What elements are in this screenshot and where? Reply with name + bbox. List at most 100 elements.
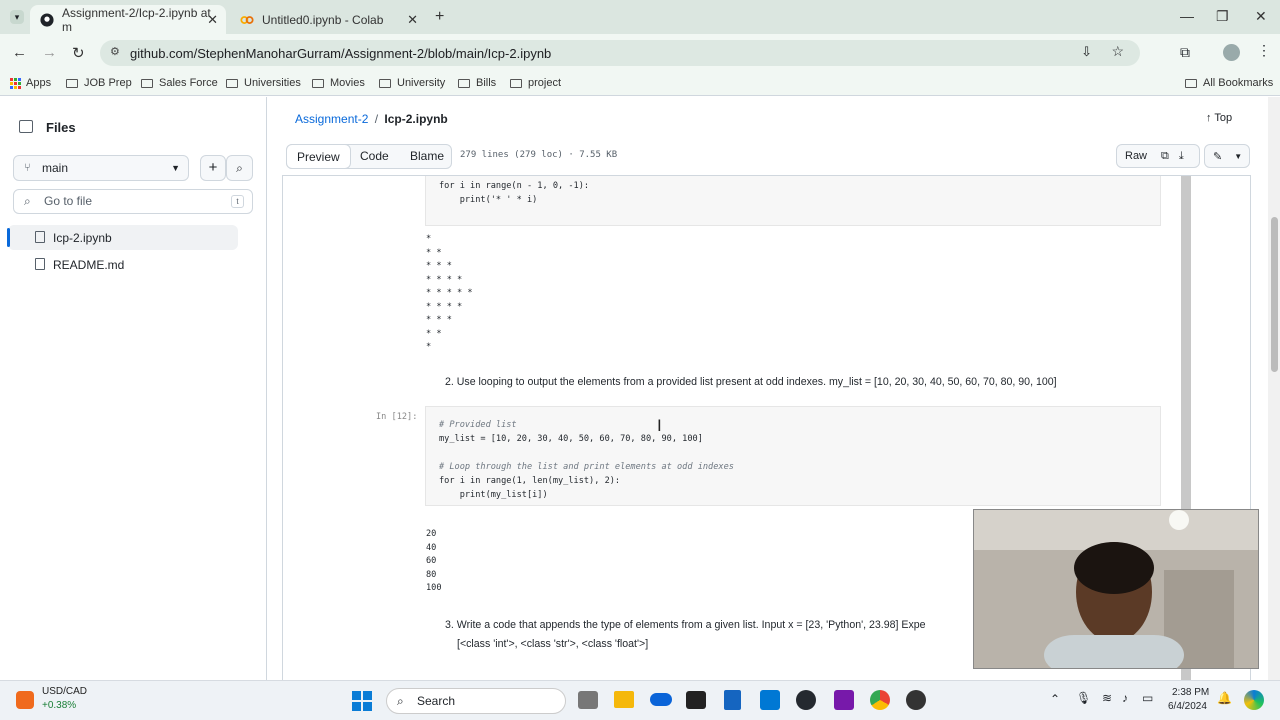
terminal-icon[interactable] — [686, 691, 706, 709]
file-toolbar: Preview Code Blame 279 lines (279 loc) ·… — [286, 144, 1252, 170]
branch-icon: ⑂ — [24, 162, 31, 174]
file-title: Icp-2.ipynb — [384, 112, 448, 126]
branch-selector[interactable]: ⑂ main ▼ — [13, 155, 189, 181]
file-icon — [35, 258, 45, 270]
bookmark-project[interactable]: project — [510, 77, 561, 89]
download-icon[interactable]: ⤓ — [1179, 150, 1184, 163]
browser-tab-strip: ▾ Assignment-2/Icp-2.ipynb at m ✕ Untitl… — [0, 0, 1280, 34]
battery-icon[interactable]: ▭ — [1142, 691, 1153, 705]
menu-icon[interactable]: ⋮ — [1257, 42, 1271, 59]
code-comment: # Loop through the list and print elemen… — [439, 462, 734, 472]
obs-icon[interactable] — [906, 690, 926, 710]
code-comment: # Provided list — [439, 420, 517, 430]
breadcrumb-separator: / — [374, 112, 379, 126]
extensions-icon[interactable]: ⧉ — [1180, 44, 1190, 61]
file-icon — [35, 231, 45, 243]
tab-blame[interactable]: Blame — [400, 144, 454, 169]
taskbar-search[interactable]: ⌕ Search — [386, 688, 566, 714]
code-blank — [439, 446, 1160, 460]
tab-colab[interactable]: Untitled0.ipynb - Colab ✕ — [230, 5, 426, 34]
onedrive-icon[interactable] — [650, 693, 672, 706]
folder-icon — [1185, 78, 1197, 88]
bookmark-star-icon[interactable]: ☆ — [1111, 43, 1124, 60]
add-file-button[interactable]: + — [200, 155, 226, 181]
bookmark-university[interactable]: University — [379, 77, 445, 89]
bookmark-apps[interactable]: Apps — [10, 77, 51, 89]
raw-copy-download-group: Raw ⧉ ⤓ — [1116, 144, 1200, 168]
bookmark-movies[interactable]: Movies — [312, 77, 365, 89]
vscode-icon[interactable] — [760, 690, 780, 710]
copy-icon[interactable]: ⧉ — [1161, 150, 1169, 163]
raw-button[interactable]: Raw — [1125, 150, 1147, 162]
shortcut-hint: t — [231, 195, 244, 208]
reload-icon[interactable]: ↻ — [72, 44, 85, 62]
minimize-icon[interactable]: — — [1180, 8, 1194, 24]
file-name: Icp-2.ipynb — [53, 231, 112, 245]
question-2: 2. Use looping to output the elements fr… — [445, 376, 1057, 388]
webcam-overlay — [973, 509, 1259, 669]
tab-search-button[interactable]: ▾ — [10, 10, 24, 24]
code-line: my_list = [10, 20, 30, 40, 50, 60, 70, 8… — [439, 434, 703, 444]
chevron-down-icon[interactable]: ▼ — [1234, 152, 1242, 161]
profile-avatar[interactable] — [1223, 44, 1240, 61]
microphone-icon[interactable]: 🎙 — [1076, 691, 1091, 705]
new-tab-icon[interactable]: + — [435, 8, 444, 26]
windows-start-icon[interactable] — [352, 691, 372, 711]
clock-date[interactable]: 6/4/2024 — [1168, 701, 1207, 712]
chrome-icon[interactable] — [870, 690, 890, 710]
url-text: github.com/StephenManoharGurram/Assignme… — [130, 45, 552, 61]
tab-preview[interactable]: Preview — [286, 144, 351, 169]
task-view-icon[interactable] — [578, 691, 598, 709]
tab-github[interactable]: Assignment-2/Icp-2.ipynb at m ✕ — [30, 5, 226, 34]
ticker-name[interactable]: USD/CAD — [42, 686, 87, 697]
bookmarks-bar: Apps JOB Prep Sales Force Universities M… — [0, 72, 1280, 96]
top-button[interactable]: ↑ Top — [1206, 112, 1232, 124]
notepad-icon[interactable] — [724, 690, 741, 710]
code-cell[interactable]: # Provided list my_list = [10, 20, 30, 4… — [425, 406, 1161, 506]
go-to-file-input[interactable]: ⌕ Go to file t — [13, 189, 253, 214]
clock-time[interactable]: 2:38 PM — [1172, 687, 1209, 698]
chevron-up-icon[interactable]: ⌃ — [1050, 692, 1060, 706]
repo-link[interactable]: Assignment-2 — [295, 112, 368, 126]
back-icon[interactable]: ← — [12, 44, 27, 61]
question-3: 3. Write a code that appends the type of… — [445, 619, 926, 631]
search-icon: ⌕ — [236, 161, 243, 175]
bookmark-universities[interactable]: Universities — [226, 77, 301, 89]
branch-name: main — [42, 161, 69, 175]
sidebar-title: Files — [46, 120, 76, 135]
site-info-icon[interactable]: ⚙ — [110, 45, 120, 58]
tab-code[interactable]: Code — [350, 144, 399, 169]
copilot-icon[interactable] — [1244, 690, 1264, 710]
ticker-change: +0.38% — [42, 700, 77, 711]
weather-widget-icon[interactable] — [16, 691, 34, 709]
file-item-active[interactable]: Icp-2.ipynb — [7, 225, 238, 250]
search-files-button[interactable]: ⌕ — [226, 155, 253, 181]
github-desktop-icon[interactable] — [796, 690, 816, 710]
text-cursor-icon: I — [657, 416, 662, 435]
close-icon[interactable]: ✕ — [207, 12, 218, 28]
bookmark-bills[interactable]: Bills — [458, 77, 496, 89]
notification-bell-icon[interactable]: 🔔 — [1217, 691, 1232, 705]
page-scrollbar[interactable] — [1268, 97, 1280, 680]
window-close-icon[interactable]: ✕ — [1255, 8, 1267, 25]
onenote-icon[interactable] — [834, 690, 854, 710]
pencil-icon[interactable]: ✎ — [1213, 150, 1222, 163]
search-icon: ⌕ — [24, 194, 31, 208]
install-icon[interactable]: ⇩ — [1081, 44, 1092, 60]
bookmark-sales-force[interactable]: Sales Force — [141, 77, 218, 89]
file-explorer-icon[interactable] — [614, 691, 634, 708]
volume-icon[interactable]: ♪ — [1122, 691, 1128, 705]
forward-icon[interactable]: → — [42, 44, 57, 61]
sidebar-collapse-icon[interactable] — [19, 120, 33, 133]
code-text: for i in range(n - 1, 0, -1): print('* '… — [439, 181, 590, 205]
all-bookmarks[interactable]: All Bookmarks — [1185, 77, 1273, 89]
wifi-icon[interactable]: ≋ — [1102, 691, 1112, 705]
close-icon[interactable]: ✕ — [407, 12, 418, 28]
chevron-down-icon: ▼ — [171, 163, 180, 173]
bookmark-job-prep[interactable]: JOB Prep — [66, 77, 132, 89]
windows-taskbar: USD/CAD +0.38% ⌕ Search ⌃ 🎙 ≋ ♪ ▭ 2:38 P… — [0, 680, 1280, 720]
url-bar[interactable]: ⚙ github.com/StephenManoharGurram/Assign… — [100, 40, 1140, 66]
scrollbar-thumb[interactable] — [1271, 217, 1278, 372]
file-item[interactable]: README.md — [8, 252, 238, 277]
restore-icon[interactable]: ❐ — [1216, 8, 1229, 25]
